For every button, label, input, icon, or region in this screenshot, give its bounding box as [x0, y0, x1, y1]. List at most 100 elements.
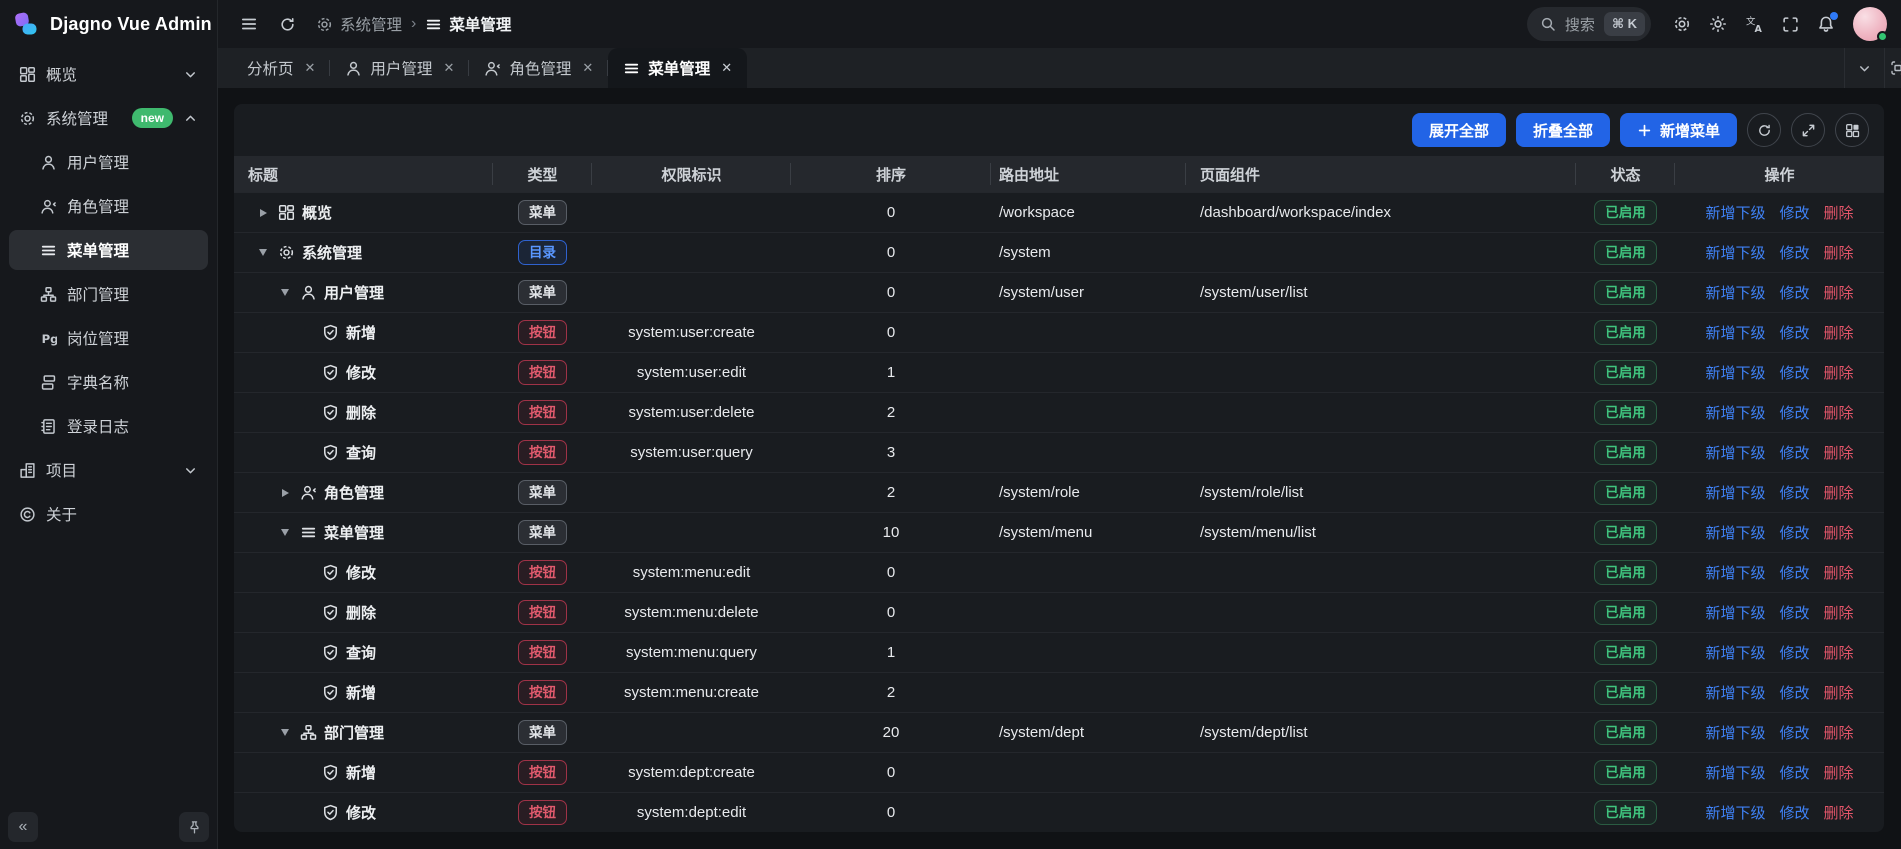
sidebar-item-system[interactable]: 系统管理new: [9, 98, 208, 138]
tab-analysis[interactable]: 分析页✕: [232, 48, 330, 88]
edit-link[interactable]: 修改: [1779, 722, 1809, 743]
add-child-link[interactable]: 新增下级: [1705, 522, 1765, 543]
search-input[interactable]: 搜索 ⌘ K: [1527, 7, 1651, 41]
sidebar-item-dict[interactable]: 字典名称: [9, 362, 208, 402]
edit-link[interactable]: 修改: [1779, 242, 1809, 263]
delete-link[interactable]: 删除: [1824, 522, 1854, 543]
delete-link[interactable]: 删除: [1824, 402, 1854, 423]
sidebar-item-user[interactable]: 用户管理: [9, 142, 208, 182]
table-refresh-button[interactable]: [1747, 113, 1781, 147]
sidebar-item-role[interactable]: 角色管理: [9, 186, 208, 226]
expand-row-arrow[interactable]: [255, 209, 271, 217]
tab-list-dropdown-button[interactable]: [1844, 48, 1884, 88]
settings-button[interactable]: [1665, 7, 1699, 41]
delete-link[interactable]: 删除: [1824, 642, 1854, 663]
delete-link[interactable]: 删除: [1824, 802, 1854, 823]
close-icon[interactable]: ✕: [582, 60, 593, 76]
delete-link[interactable]: 删除: [1824, 362, 1854, 383]
add-child-link[interactable]: 新增下级: [1705, 202, 1765, 223]
edit-link[interactable]: 修改: [1779, 482, 1809, 503]
add-child-link[interactable]: 新增下级: [1705, 282, 1765, 303]
delete-link[interactable]: 删除: [1824, 282, 1854, 303]
sidebar-item-project[interactable]: 项目: [9, 450, 208, 490]
delete-link[interactable]: 删除: [1824, 722, 1854, 743]
language-button[interactable]: 文 A: [1737, 7, 1771, 41]
edit-link[interactable]: 修改: [1779, 562, 1809, 583]
add-child-link[interactable]: 新增下级: [1705, 682, 1765, 703]
add-child-link[interactable]: 新增下级: [1705, 242, 1765, 263]
column-settings-button[interactable]: [1835, 113, 1869, 147]
edit-link[interactable]: 修改: [1779, 202, 1809, 223]
edit-link[interactable]: 修改: [1779, 762, 1809, 783]
page-refresh-button[interactable]: [270, 7, 304, 41]
sidebar-item-login-log[interactable]: 登录日志: [9, 406, 208, 446]
theme-toggle-button[interactable]: [1701, 7, 1735, 41]
add-child-link[interactable]: 新增下级: [1705, 602, 1765, 623]
edit-link[interactable]: 修改: [1779, 522, 1809, 543]
breadcrumb-item-system[interactable]: 系统管理: [316, 13, 402, 35]
breadcrumb-item-menu[interactable]: 菜单管理: [425, 13, 511, 35]
edit-link[interactable]: 修改: [1779, 442, 1809, 463]
collapse-row-arrow[interactable]: [277, 729, 293, 736]
add-child-link[interactable]: 新增下级: [1705, 722, 1765, 743]
sidebar-toggle-button[interactable]: [232, 7, 266, 41]
add-child-link[interactable]: 新增下级: [1705, 802, 1765, 823]
sidebar-item-about[interactable]: 关于: [9, 494, 208, 534]
edit-link[interactable]: 修改: [1779, 682, 1809, 703]
tab-role[interactable]: 角色管理 ✕: [469, 48, 608, 88]
sidebar-item-label: 关于: [46, 503, 198, 525]
add-child-link[interactable]: 新增下级: [1705, 562, 1765, 583]
fullscreen-button[interactable]: [1773, 7, 1807, 41]
add-child-link[interactable]: 新增下级: [1705, 362, 1765, 383]
collapse-row-arrow[interactable]: [277, 529, 293, 536]
delete-link[interactable]: 删除: [1824, 562, 1854, 583]
close-icon[interactable]: ✕: [721, 60, 732, 76]
avatar[interactable]: [1853, 7, 1887, 41]
tab-label: 角色管理: [509, 57, 571, 79]
close-icon[interactable]: ✕: [443, 60, 454, 76]
add-menu-button[interactable]: 新增菜单: [1620, 113, 1737, 147]
expand-all-button[interactable]: 展开全部: [1412, 113, 1506, 147]
edit-link[interactable]: 修改: [1779, 602, 1809, 623]
edit-link[interactable]: 修改: [1779, 802, 1809, 823]
row-status-cell: 已启用: [1576, 280, 1675, 305]
sidebar-item-menu[interactable]: 菜单管理: [9, 230, 208, 270]
add-child-link[interactable]: 新增下级: [1705, 442, 1765, 463]
delete-link[interactable]: 删除: [1824, 482, 1854, 503]
add-child-link[interactable]: 新增下级: [1705, 402, 1765, 423]
edit-link[interactable]: 修改: [1779, 322, 1809, 343]
sidebar-item-dept[interactable]: 部门管理: [9, 274, 208, 314]
add-child-link[interactable]: 新增下级: [1705, 642, 1765, 663]
type-badge-button: 按钮: [518, 360, 567, 385]
collapse-row-arrow[interactable]: [277, 289, 293, 296]
edit-link[interactable]: 修改: [1779, 362, 1809, 383]
pin-button[interactable]: [179, 812, 209, 842]
sidebar-item-post[interactable]: Pg岗位管理: [9, 318, 208, 358]
add-child-link[interactable]: 新增下级: [1705, 762, 1765, 783]
delete-link[interactable]: 删除: [1824, 682, 1854, 703]
expand-row-arrow[interactable]: [277, 489, 293, 497]
tab-maximize-button[interactable]: [1884, 48, 1901, 88]
row-type-cell: 目录: [493, 240, 592, 265]
delete-link[interactable]: 删除: [1824, 202, 1854, 223]
edit-link[interactable]: 修改: [1779, 402, 1809, 423]
add-child-link[interactable]: 新增下级: [1705, 322, 1765, 343]
close-icon[interactable]: ✕: [305, 60, 316, 76]
table-fullscreen-button[interactable]: [1791, 113, 1825, 147]
delete-link[interactable]: 删除: [1824, 602, 1854, 623]
delete-link[interactable]: 删除: [1824, 322, 1854, 343]
edit-link[interactable]: 修改: [1779, 642, 1809, 663]
row-title-cell: 修改: [234, 802, 493, 823]
delete-link[interactable]: 删除: [1824, 442, 1854, 463]
delete-link[interactable]: 删除: [1824, 242, 1854, 263]
notifications-button[interactable]: [1809, 7, 1843, 41]
collapse-all-button[interactable]: 折叠全部: [1516, 113, 1610, 147]
sidebar-item-overview[interactable]: 概览: [9, 54, 208, 94]
tab-menu[interactable]: 菜单管理✕: [608, 48, 747, 88]
tab-user[interactable]: 用户管理✕: [330, 48, 469, 88]
add-child-link[interactable]: 新增下级: [1705, 482, 1765, 503]
delete-link[interactable]: 删除: [1824, 762, 1854, 783]
sidebar-collapse-button[interactable]: «: [8, 812, 38, 842]
collapse-row-arrow[interactable]: [255, 249, 271, 256]
edit-link[interactable]: 修改: [1779, 282, 1809, 303]
